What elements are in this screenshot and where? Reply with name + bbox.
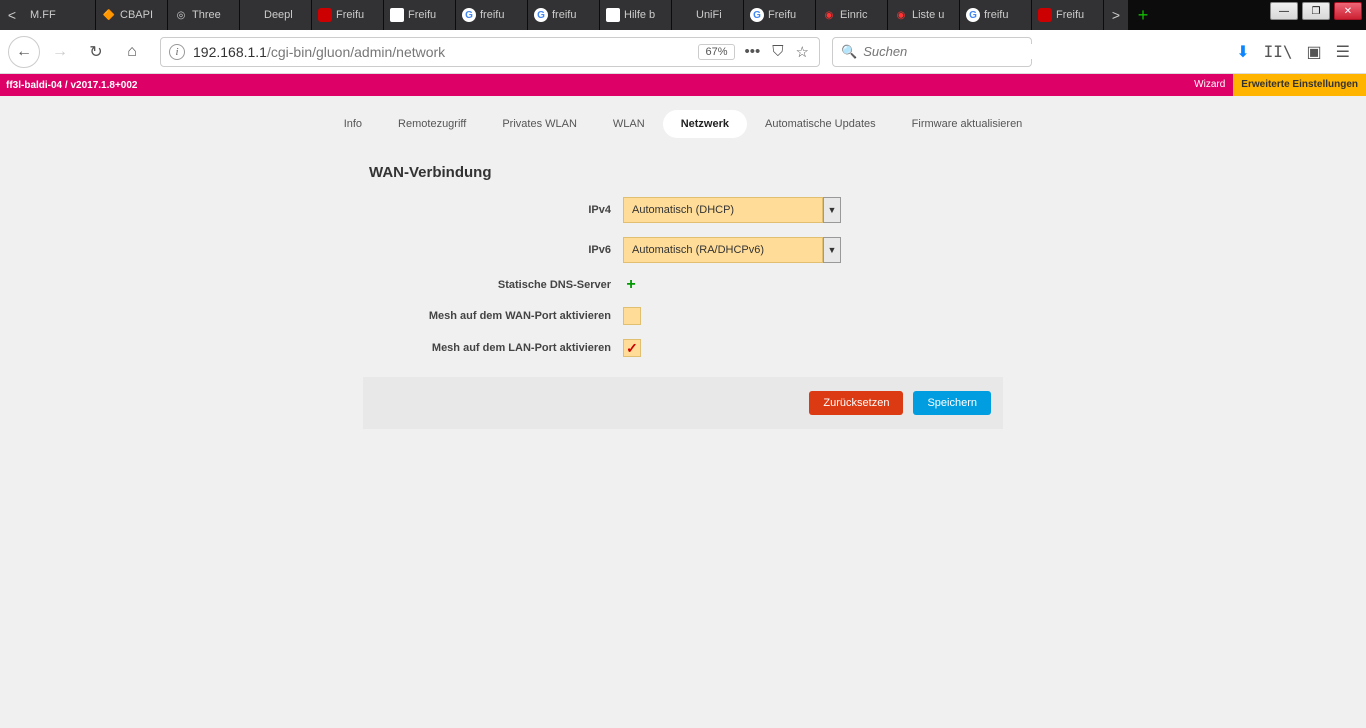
browser-toolbar: ← → ↻ ⌂ i 192.168.1.1/cgi-bin/gluon/admi… [0, 30, 1366, 74]
favicon-icon: G [966, 8, 980, 22]
menu-info[interactable]: Info [326, 110, 380, 138]
form-actions: Zurücksetzen Speichern [363, 377, 1003, 429]
favicon-icon: G [750, 8, 764, 22]
save-button[interactable]: Speichern [913, 391, 991, 415]
favicon-icon [1038, 8, 1052, 22]
window-controls: — ❐ ✕ [1270, 0, 1366, 30]
browser-tab[interactable]: UniFi [672, 0, 744, 30]
address-bar[interactable]: i 192.168.1.1/cgi-bin/gluon/admin/networ… [160, 37, 820, 67]
favicon-icon [246, 8, 260, 22]
favicon-icon: ◎ [174, 8, 188, 22]
add-dns-button[interactable]: + [623, 277, 639, 293]
menu-private-wlan[interactable]: Privates WLAN [484, 110, 595, 138]
ipv4-label: IPv4 [363, 204, 623, 216]
favicon-icon: ◉ [894, 8, 908, 22]
browser-tab[interactable]: Freifu [384, 0, 456, 30]
favicon-icon: ◉ [822, 8, 836, 22]
tab-scroll-left[interactable]: < [0, 0, 24, 30]
main-menu: Info Remotezugriff Privates WLAN WLAN Ne… [0, 96, 1366, 146]
mesh-wan-checkbox[interactable] [623, 307, 641, 325]
browser-tab[interactable]: M.FF [24, 0, 96, 30]
pocket-icon[interactable]: ⛉ [770, 43, 785, 60]
browser-tab[interactable]: GFreifu [744, 0, 816, 30]
browser-tab[interactable]: Deepl [240, 0, 312, 30]
home-button[interactable]: ⌂ [116, 36, 148, 68]
browser-tab[interactable]: ◉Liste u [888, 0, 960, 30]
browser-tab[interactable]: ◎Three [168, 0, 240, 30]
favicon-icon [678, 8, 692, 22]
page-content: ff3l-baldi-04 / v2017.1.8+002 Wizard Erw… [0, 74, 1366, 728]
form-content: WAN-Verbindung IPv4 Automatisch (DHCP) ▼… [363, 164, 1003, 429]
search-icon: 🔍 [841, 44, 857, 60]
favicon-icon [390, 8, 404, 22]
url-text: 192.168.1.1/cgi-bin/gluon/admin/network [193, 44, 690, 60]
zoom-indicator[interactable]: 67% [698, 44, 734, 60]
browser-tab[interactable]: Freifu [312, 0, 384, 30]
mesh-lan-label: Mesh auf dem LAN-Port aktivieren [363, 342, 623, 354]
favicon-icon [606, 8, 620, 22]
node-id: ff3l-baldi-04 / v2017.1.8+002 [6, 80, 137, 91]
favicon-icon: G [534, 8, 548, 22]
downloads-icon[interactable]: ⬇ [1236, 42, 1249, 62]
favicon-icon [318, 8, 332, 22]
menu-firmware[interactable]: Firmware aktualisieren [894, 110, 1041, 138]
dropdown-arrow-icon[interactable]: ▼ [823, 237, 841, 263]
browser-tab[interactable]: Hilfe b [600, 0, 672, 30]
close-button[interactable]: ✕ [1334, 2, 1362, 20]
browser-tab[interactable]: 🔶CBAPI [96, 0, 168, 30]
back-button[interactable]: ← [8, 36, 40, 68]
page-actions-icon[interactable]: ••• [743, 43, 763, 60]
menu-remote[interactable]: Remotezugriff [380, 110, 484, 138]
search-bar[interactable]: 🔍 [832, 37, 1032, 67]
section-title: WAN-Verbindung [363, 164, 1003, 181]
tab-scroll-right[interactable]: > [1104, 0, 1128, 30]
menu-network[interactable]: Netzwerk [663, 110, 747, 138]
browser-tab-strip: < M.FF 🔶CBAPI ◎Three Deepl Freifu Freifu… [0, 0, 1366, 30]
browser-tab[interactable]: ◉Einric [816, 0, 888, 30]
reset-button[interactable]: Zurücksetzen [809, 391, 903, 415]
menu-icon[interactable]: ☰ [1336, 42, 1350, 62]
mesh-lan-checkbox[interactable] [623, 339, 641, 357]
browser-tab[interactable]: Gfreifu [960, 0, 1032, 30]
browser-tab[interactable]: Gfreifu [456, 0, 528, 30]
ipv4-select[interactable]: Automatisch (DHCP) [623, 197, 823, 223]
gluon-topbar: ff3l-baldi-04 / v2017.1.8+002 Wizard Erw… [0, 74, 1366, 96]
menu-wlan[interactable]: WLAN [595, 110, 663, 138]
library-icon[interactable]: II\ [1264, 42, 1293, 61]
browser-tab[interactable]: Freifu [1032, 0, 1104, 30]
sidebar-icon[interactable]: ▣ [1307, 42, 1322, 62]
new-tab-button[interactable]: + [1128, 0, 1158, 30]
reload-button[interactable]: ↻ [80, 36, 112, 68]
favicon-icon: G [462, 8, 476, 22]
menu-autoupdate[interactable]: Automatische Updates [747, 110, 894, 138]
favicon-icon: 🔶 [102, 8, 116, 22]
site-info-icon[interactable]: i [169, 44, 185, 60]
ipv6-select[interactable]: Automatisch (RA/DHCPv6) [623, 237, 823, 263]
ipv6-label: IPv6 [363, 244, 623, 256]
browser-tab[interactable]: Gfreifu [528, 0, 600, 30]
maximize-button[interactable]: ❐ [1302, 2, 1330, 20]
bookmark-icon[interactable]: ☆ [794, 43, 811, 61]
forward-button[interactable]: → [44, 36, 76, 68]
dropdown-arrow-icon[interactable]: ▼ [823, 197, 841, 223]
dns-label: Statische DNS-Server [363, 279, 623, 291]
mesh-wan-label: Mesh auf dem WAN-Port aktivieren [363, 310, 623, 322]
wizard-link[interactable]: Wizard [1186, 74, 1233, 96]
minimize-button[interactable]: — [1270, 2, 1298, 20]
search-input[interactable] [863, 44, 1041, 59]
advanced-settings-link[interactable]: Erweiterte Einstellungen [1233, 74, 1366, 96]
